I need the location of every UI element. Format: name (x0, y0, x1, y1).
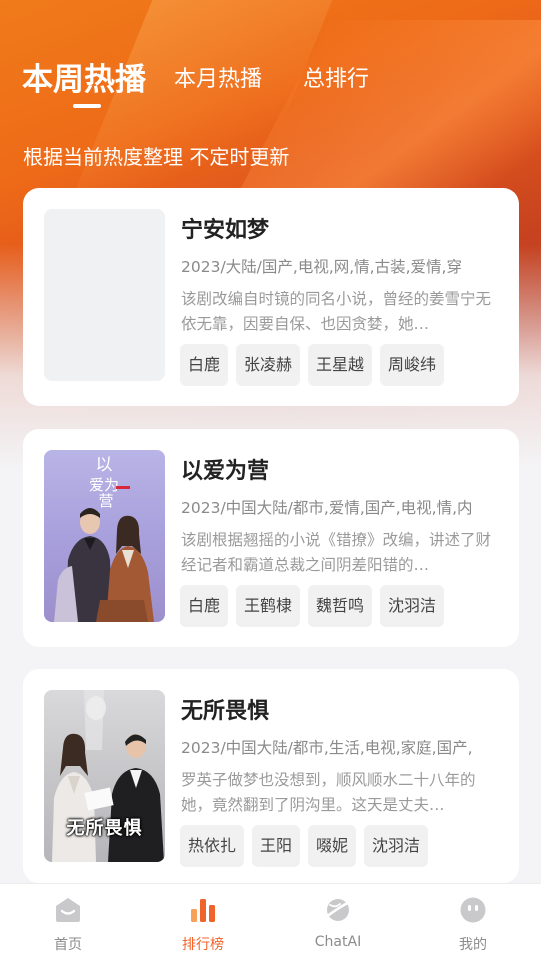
bottom-navigation: 首页 排行榜 ChatAI 我的 (0, 883, 541, 959)
nav-home[interactable]: 首页 (8, 884, 128, 959)
cast-tag[interactable]: 周峻纬 (380, 344, 445, 386)
drama-card[interactable]: 以 爱为 营 以爱为营 2023/中国大陆/都市,爱情,国产,电视,情,内 该剧… (23, 429, 519, 647)
smile-face-icon (460, 897, 486, 923)
ranking-tabs: 本周热播 本月热播 总排行 (0, 0, 541, 120)
drama-description: 罗英子做梦也没想到，顺风顺水二十八年的她，竟然翻到了阴沟里。这天是丈夫… (181, 771, 476, 814)
nav-label: 排行榜 (182, 937, 224, 953)
cast-tag[interactable]: 魏哲鸣 (308, 585, 373, 627)
nav-chatai[interactable]: ChatAI (278, 884, 398, 959)
cast-tag[interactable]: 沈羽洁 (364, 825, 429, 867)
cast-tag[interactable]: 张凌赫 (236, 344, 301, 386)
tab-monthly[interactable]: 本月热播 (174, 61, 262, 93)
drama-card[interactable]: 无所畏惧 无所畏惧 2023/中国大陆/都市,生活,电视,家庭,国产, 罗英子做… (23, 669, 519, 883)
active-tab-indicator (73, 104, 101, 108)
drama-title: 宁安如梦 (181, 218, 270, 243)
poster-art: 以 爱为 营 (54, 455, 154, 622)
cast-tags: 白鹿 张凌赫 王星越 周峻纬 (180, 344, 445, 386)
drama-poster[interactable]: 无所畏惧 (44, 690, 165, 862)
drama-description: 该剧根据翘摇的小说《错撩》改编，讲述了财经记者和霸道总裁之间阴差阳错的… (181, 531, 492, 574)
cast-tags: 白鹿 王鹤棣 魏哲鸣 沈羽洁 (180, 585, 445, 627)
drama-title: 以爱为营 (181, 459, 270, 484)
cast-tag[interactable]: 啜妮 (308, 825, 357, 867)
drama-meta: 2023/中国大陆/都市,爱情,国产,电视,情,内 (181, 499, 473, 517)
drama-title: 无所畏惧 (181, 699, 270, 724)
nav-label: ChatAI (314, 934, 362, 950)
drama-card[interactable]: 宁安如梦 2023/大陆/国产,电视,网,情,古装,爱情,穿 该剧改编自时镜的同… (23, 188, 519, 406)
nav-label: 首页 (54, 937, 82, 953)
nav-profile[interactable]: 我的 (413, 884, 533, 959)
drama-poster[interactable]: 以 爱为 营 (44, 450, 165, 622)
chart-bar-icon (191, 899, 215, 922)
cast-tags: 热依扎 王阳 啜妮 沈羽洁 (180, 825, 429, 867)
cast-tag[interactable]: 白鹿 (180, 585, 229, 627)
cast-tag[interactable]: 热依扎 (180, 825, 245, 867)
drama-poster[interactable] (44, 209, 165, 381)
nav-ranking[interactable]: 排行榜 (143, 884, 263, 959)
planet-icon (324, 899, 352, 921)
home-icon (56, 898, 80, 922)
svg-text:以: 以 (96, 455, 113, 475)
poster-title: 无所畏惧 (66, 818, 143, 839)
cast-tag[interactable]: 王鹤棣 (236, 585, 301, 627)
cast-tag[interactable]: 沈羽洁 (380, 585, 445, 627)
cast-tag[interactable]: 王星越 (308, 344, 373, 386)
tab-overall[interactable]: 总排行 (303, 61, 369, 93)
nav-label: 我的 (459, 937, 487, 953)
svg-text:营: 营 (98, 492, 113, 510)
ranking-subtitle: 根据当前热度整理 不定时更新 (23, 145, 290, 169)
drama-meta: 2023/中国大陆/都市,生活,电视,家庭,国产, (181, 739, 473, 757)
cast-tag[interactable]: 王阳 (252, 825, 301, 867)
drama-description: 该剧改编自时镜的同名小说，曾经的姜雪宁无依无靠，因要自保、也因贪婪，她… (181, 290, 492, 333)
tab-weekly[interactable]: 本周热播 (22, 54, 146, 99)
cast-tag[interactable]: 白鹿 (180, 344, 229, 386)
drama-meta: 2023/大陆/国产,电视,网,情,古装,爱情,穿 (181, 258, 462, 276)
